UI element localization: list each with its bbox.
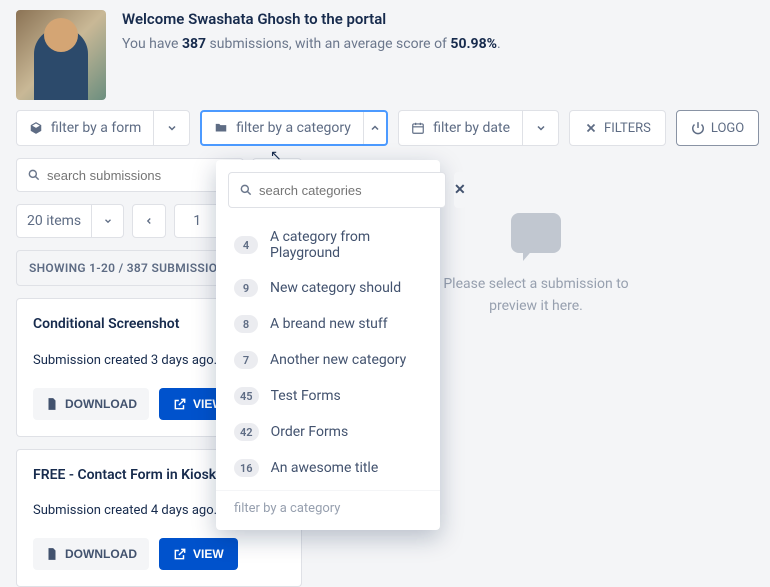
dropdown-item[interactable]: 42 Order Forms: [216, 414, 440, 450]
preview-placeholder: Please select a submission to preview it…: [443, 273, 628, 318]
category-dropdown: ✕ 4A category from Playground 9New categ…: [216, 160, 440, 530]
avatar: [16, 10, 106, 100]
dropdown-item[interactable]: 8 A breand new stuff: [216, 306, 440, 342]
logout-button[interactable]: LOGO: [676, 110, 759, 146]
count-badge: 16: [234, 459, 259, 477]
file-icon: [45, 397, 59, 411]
search-icon: [27, 168, 41, 182]
search-submissions-input[interactable]: [16, 158, 244, 192]
filter-category-label: filter by a category: [236, 120, 351, 136]
count-badge: 7: [234, 351, 258, 369]
welcome-suffix: to the portal: [300, 10, 386, 28]
filter-form-select[interactable]: filter by a form: [16, 110, 190, 146]
download-button[interactable]: DOWNLOAD: [33, 538, 149, 570]
dropdown-footer: filter by a category: [216, 490, 440, 518]
dropdown-item[interactable]: 7 Another new category: [216, 342, 440, 378]
chevron-down-icon[interactable]: [522, 111, 558, 145]
filter-form-label: filter by a form: [51, 120, 141, 136]
cube-icon: [29, 121, 43, 135]
dropdown-item-label: Test Forms: [271, 388, 341, 404]
dropdown-item-label: A breand new stuff: [270, 316, 388, 332]
dropdown-item-label: An awesome title: [271, 460, 379, 476]
chat-bubble-icon: [511, 213, 561, 253]
dropdown-item[interactable]: 4 A category from Playground: [216, 220, 440, 270]
count-badge: 4: [234, 236, 258, 254]
page-number-input[interactable]: 1: [174, 204, 220, 238]
count-badge: 8: [234, 315, 258, 333]
count-badge: 45: [234, 387, 259, 405]
search-input-field[interactable]: [47, 168, 233, 183]
clear-filters-label: FILTERS: [604, 121, 651, 136]
welcome-heading: Welcome Swashata Ghosh to the portal: [122, 10, 501, 28]
clear-filters-button[interactable]: FILTERS: [569, 110, 666, 146]
folder-icon: [214, 121, 228, 135]
view-button[interactable]: VIEW: [159, 538, 238, 570]
filter-category-select[interactable]: filter by a category: [200, 110, 388, 146]
close-icon: [584, 121, 598, 135]
external-link-icon: [173, 547, 187, 561]
welcome-prefix: Welcome: [122, 10, 188, 28]
dropdown-item-label: New category should: [270, 280, 401, 296]
page-size-select[interactable]: 20 items: [16, 204, 124, 238]
count-badge: 42: [234, 423, 259, 441]
dropdown-search-input[interactable]: [228, 172, 446, 208]
power-icon: [691, 121, 705, 135]
submission-count: 387: [182, 36, 206, 52]
download-button[interactable]: DOWNLOAD: [33, 388, 149, 420]
external-link-icon: [173, 397, 187, 411]
chevron-down-icon[interactable]: [153, 111, 189, 145]
chevron-up-icon[interactable]: [363, 112, 386, 144]
dropdown-item[interactable]: 45 Test Forms: [216, 378, 440, 414]
dropdown-list: 4 A category from Playground 9 New categor…: [216, 220, 440, 486]
dropdown-item-label: Order Forms: [271, 424, 349, 440]
filter-date-label: filter by date: [433, 120, 510, 136]
dropdown-item[interactable]: 16 An awesome title: [216, 450, 440, 486]
prev-page-button[interactable]: [132, 204, 166, 238]
avg-score: 50.98%: [450, 36, 497, 52]
calendar-icon: [411, 121, 425, 135]
search-icon: [239, 183, 253, 197]
close-icon: ✕: [454, 182, 466, 198]
file-icon: [45, 547, 59, 561]
dropdown-search-field[interactable]: [259, 183, 435, 198]
user-name: Swashata Ghosh: [188, 10, 300, 28]
dropdown-item-label: Another new category: [270, 352, 406, 368]
dropdown-item[interactable]: 9 New category should: [216, 270, 440, 306]
logout-label: LOGO: [711, 121, 744, 136]
dropdown-item-label: A category from Playground: [270, 229, 422, 261]
dropdown-close-button[interactable]: ✕: [454, 172, 466, 208]
count-badge: 9: [234, 279, 258, 297]
filter-date-select[interactable]: filter by date: [398, 110, 559, 146]
welcome-subtext: You have 387 submissions, with an averag…: [122, 36, 501, 52]
chevron-down-icon[interactable]: [91, 205, 123, 237]
page-size-label: 20 items: [27, 213, 81, 229]
